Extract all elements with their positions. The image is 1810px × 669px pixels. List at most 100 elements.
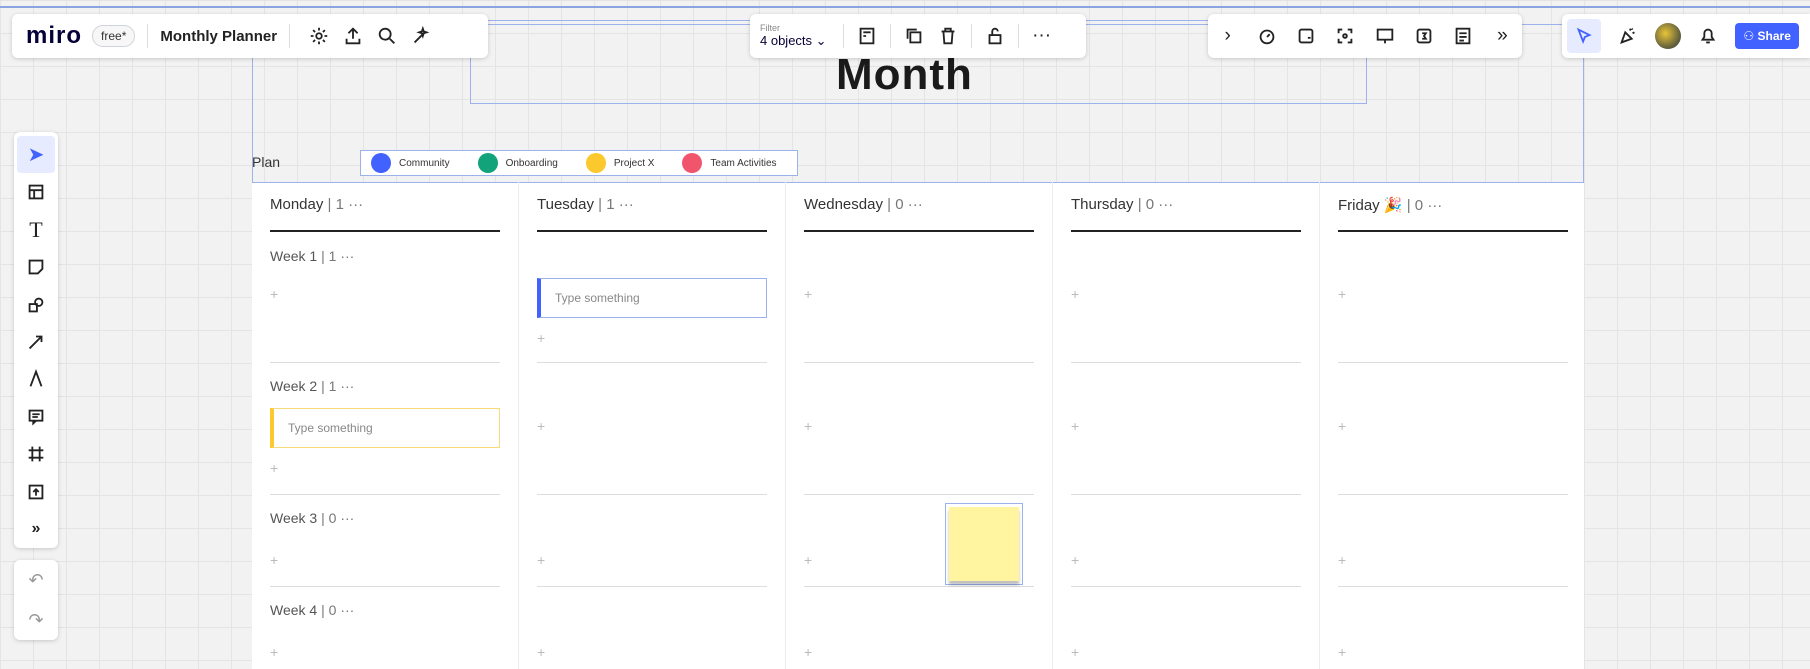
add-item-plus-icon[interactable]: + xyxy=(804,286,812,302)
separator: | xyxy=(321,602,325,618)
day-name: Wednesday xyxy=(804,196,883,213)
onboarding-dot xyxy=(477,153,498,173)
day-header[interactable]: Tuesday | 1 ··· xyxy=(537,196,634,213)
comment-icon[interactable] xyxy=(17,398,55,435)
week-divider xyxy=(804,494,1034,495)
day-column-friday: Friday 🎉 | 0 ··· + + + + xyxy=(1320,182,1587,669)
connection-line-icon[interactable] xyxy=(17,323,55,360)
week-header[interactable]: Week 4 | 0 ··· xyxy=(270,602,354,618)
focus-icon[interactable] xyxy=(1328,19,1362,53)
add-item-plus-icon[interactable]: + xyxy=(270,552,278,568)
more-icon[interactable]: ··· xyxy=(1427,197,1442,214)
day-column-thursday: Thursday | 0 ··· + + + + xyxy=(1053,182,1320,669)
week-divider xyxy=(537,494,767,495)
notification-bell-icon[interactable] xyxy=(1691,19,1725,53)
task-card-project-x[interactable]: Type something xyxy=(270,408,500,448)
add-item-plus-icon[interactable]: + xyxy=(804,552,812,568)
week-divider xyxy=(804,586,1034,587)
more-icon[interactable]: ··· xyxy=(340,602,354,618)
add-item-plus-icon[interactable]: + xyxy=(270,286,278,302)
share-button[interactable]: ⚇ Share xyxy=(1735,23,1799,49)
cursor-filter-icon[interactable] xyxy=(1567,19,1602,53)
add-item-plus-icon[interactable]: + xyxy=(537,644,545,660)
export-icon[interactable] xyxy=(336,19,370,53)
chevron-right-icon[interactable]: › xyxy=(1211,19,1245,53)
add-item-plus-icon[interactable]: + xyxy=(804,644,812,660)
calendar-icon[interactable] xyxy=(1407,19,1441,53)
add-item-plus-icon[interactable]: + xyxy=(1338,286,1346,302)
timer-icon[interactable] xyxy=(1250,19,1284,53)
sticky-note-icon[interactable] xyxy=(17,248,55,285)
lock-icon[interactable] xyxy=(978,19,1012,53)
week-header[interactable]: Week 1 | 1 ··· xyxy=(270,248,354,264)
separator: | xyxy=(321,378,325,394)
pen-icon[interactable] xyxy=(17,361,55,398)
search-icon[interactable] xyxy=(370,19,404,53)
add-item-plus-icon[interactable]: + xyxy=(270,644,278,660)
day-header[interactable]: Wednesday | 0 ··· xyxy=(804,196,923,213)
add-item-plus-icon[interactable]: + xyxy=(537,330,545,346)
undo-icon[interactable]: ↶ xyxy=(28,570,43,591)
add-item-plus-icon[interactable]: + xyxy=(1071,644,1079,660)
duplicate-icon[interactable] xyxy=(897,19,931,53)
more-icon[interactable]: ··· xyxy=(1158,196,1173,213)
creation-toolbar: ➤ T » xyxy=(14,132,58,548)
add-item-plus-icon[interactable]: + xyxy=(270,460,278,476)
text-tool-icon[interactable]: T xyxy=(17,211,55,248)
day-header[interactable]: Thursday | 0 ··· xyxy=(1071,196,1173,213)
more-icon[interactable]: ··· xyxy=(619,196,634,213)
more-icon[interactable]: ··· xyxy=(340,378,354,394)
day-underline xyxy=(804,230,1034,232)
week-name: Week 1 xyxy=(270,248,318,264)
add-item-plus-icon[interactable]: + xyxy=(1338,418,1346,434)
celebrate-icon[interactable] xyxy=(1611,19,1645,53)
board-name[interactable]: Monthly Planner xyxy=(160,28,277,45)
add-item-plus-icon[interactable]: + xyxy=(537,418,545,434)
expand-more-icon[interactable]: » xyxy=(1485,19,1519,53)
week-divider xyxy=(1071,494,1301,495)
add-item-plus-icon[interactable]: + xyxy=(1338,644,1346,660)
miro-logo[interactable]: miro xyxy=(26,22,82,50)
add-item-plus-icon[interactable]: + xyxy=(537,552,545,568)
select-cursor-icon[interactable]: ➤ xyxy=(17,136,55,174)
selected-sticky-note[interactable] xyxy=(945,503,1023,585)
plan-label[interactable]: Plan xyxy=(252,154,280,170)
redo-icon[interactable]: ↷ xyxy=(28,610,43,631)
sticky-note[interactable] xyxy=(949,507,1019,581)
more-options-icon[interactable]: ··· xyxy=(1025,19,1059,53)
frame-icon[interactable] xyxy=(17,436,55,473)
reactions-icon[interactable] xyxy=(1289,19,1323,53)
settings-icon[interactable] xyxy=(302,19,336,53)
add-item-plus-icon[interactable]: + xyxy=(1071,286,1079,302)
presentation-icon[interactable] xyxy=(1368,19,1402,53)
day-header[interactable]: Friday 🎉 | 0 ··· xyxy=(1338,196,1442,214)
legend[interactable]: Community Onboarding Project X Team Acti… xyxy=(360,150,798,176)
task-card-community[interactable]: Type something xyxy=(537,278,767,318)
more-icon[interactable]: ··· xyxy=(348,196,363,213)
notes-icon[interactable] xyxy=(1446,19,1480,53)
filter-dropdown[interactable]: Filter 4 objects ⌄ xyxy=(750,23,837,49)
week-divider xyxy=(270,586,500,587)
week-header[interactable]: Week 2 | 1 ··· xyxy=(270,378,354,394)
more-icon[interactable]: ··· xyxy=(340,248,354,264)
week-count: 1 xyxy=(328,248,337,264)
user-avatar[interactable] xyxy=(1655,23,1682,49)
layout-icon[interactable] xyxy=(850,19,884,53)
day-underline xyxy=(270,230,500,232)
day-count: 0 xyxy=(1414,197,1424,214)
add-item-plus-icon[interactable]: + xyxy=(1071,418,1079,434)
delete-icon[interactable] xyxy=(931,19,965,53)
more-tools-icon[interactable]: » xyxy=(17,511,55,548)
magic-tools-icon[interactable] xyxy=(404,19,438,53)
add-item-plus-icon[interactable]: + xyxy=(804,418,812,434)
plan-badge[interactable]: free* xyxy=(92,25,136,47)
add-item-plus-icon[interactable]: + xyxy=(1071,552,1079,568)
week-header[interactable]: Week 3 | 0 ··· xyxy=(270,510,354,526)
more-icon[interactable]: ··· xyxy=(340,510,354,526)
day-header[interactable]: Monday | 1 ··· xyxy=(270,196,363,213)
more-icon[interactable]: ··· xyxy=(908,196,923,213)
add-item-plus-icon[interactable]: + xyxy=(1338,552,1346,568)
shapes-icon[interactable] xyxy=(17,286,55,323)
upload-icon[interactable] xyxy=(17,473,55,510)
templates-icon[interactable] xyxy=(17,173,55,210)
